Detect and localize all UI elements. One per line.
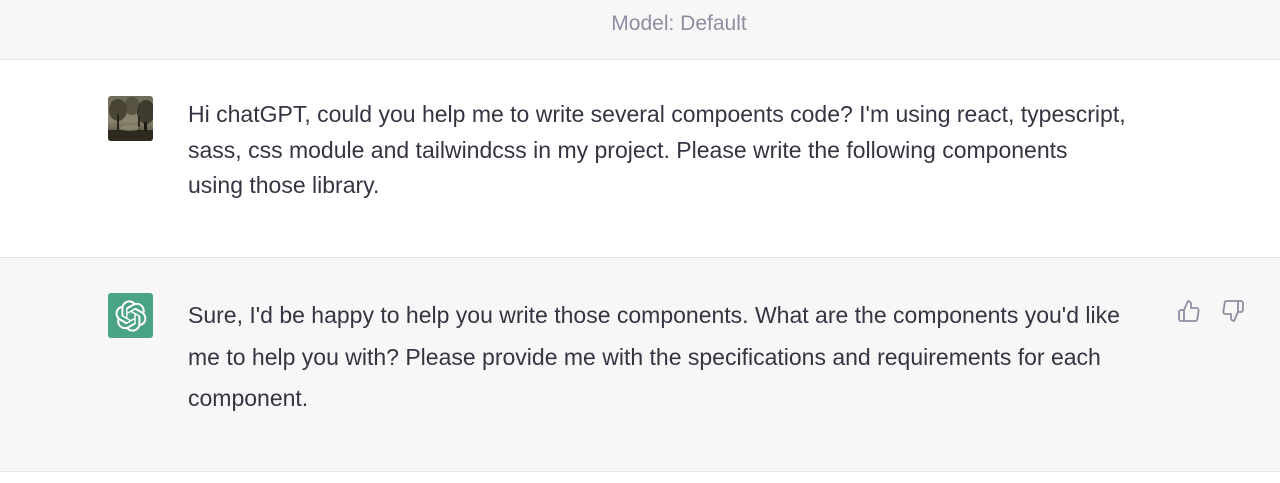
- user-avatar: [108, 96, 153, 141]
- user-avatar-photo: [108, 96, 153, 141]
- chat-page: Model: Default Hi chatGPT, could you hel…: [0, 0, 1280, 483]
- feedback-actions: [1176, 298, 1246, 324]
- assistant-message-row: Sure, I'd be happy to help you write tho…: [0, 258, 1280, 472]
- model-label: Model: Default: [611, 11, 747, 35]
- model-bar: Model: Default: [0, 0, 1280, 60]
- thumbs-up-button[interactable]: [1176, 298, 1202, 324]
- thumbs-up-icon: [1178, 300, 1200, 322]
- openai-logo-icon: [115, 299, 146, 332]
- user-message-text: Hi chatGPT, could you help me to write s…: [188, 101, 1126, 198]
- assistant-avatar: [108, 293, 153, 338]
- assistant-message-text: Sure, I'd be happy to help you write tho…: [188, 302, 1120, 411]
- thumbs-down-button[interactable]: [1220, 298, 1246, 324]
- user-message-row: Hi chatGPT, could you help me to write s…: [0, 60, 1280, 258]
- thumbs-down-icon: [1222, 300, 1244, 322]
